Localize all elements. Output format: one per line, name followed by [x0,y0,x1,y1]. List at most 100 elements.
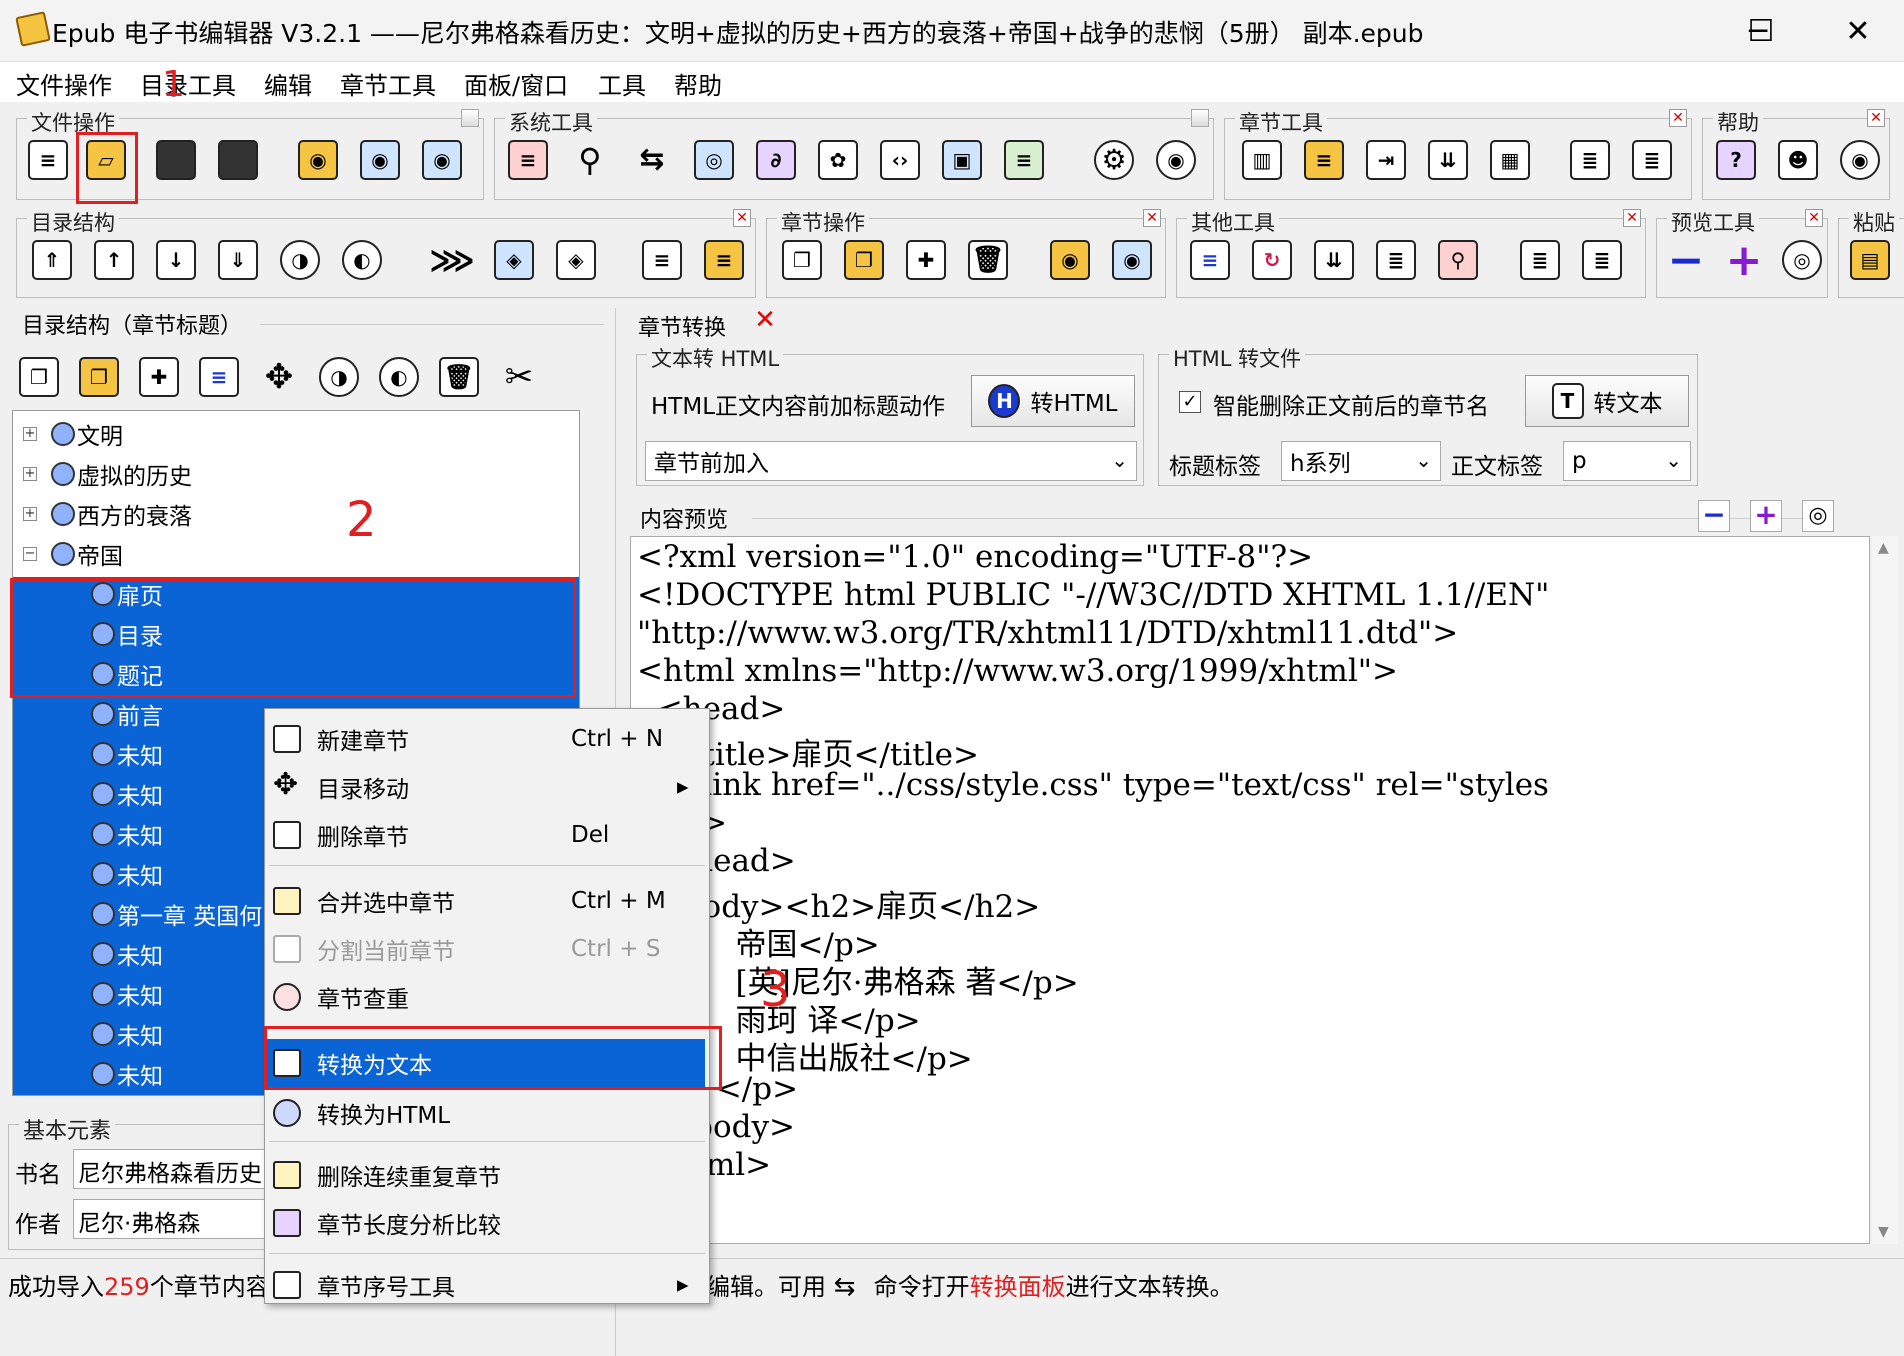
toc-tools-button[interactable]: ✂ [494,350,544,404]
help-button[interactable]: ? [1711,133,1761,187]
menu-tools[interactable]: 工具 [598,66,646,101]
to-html-button[interactable]: H 转HTML [971,375,1135,427]
move-down-button[interactable]: ↓ [151,233,201,287]
move-top-button[interactable]: ⇑ [27,233,77,287]
sys-tool-11[interactable]: ◉ [1151,133,1201,187]
title-tag-select[interactable]: h系列 ⌄ [1281,441,1441,481]
tree-node[interactable]: 前言 [91,697,163,730]
pin-icon[interactable] [1191,109,1209,127]
expand-toggle[interactable]: − [23,547,37,561]
menu-chapter-tools[interactable]: 章节工具 [340,66,436,101]
expand-toggle[interactable]: + [23,507,37,521]
tree-node[interactable]: 文明 [51,417,123,450]
tree-node[interactable]: 帝国 [51,537,123,570]
paste-button[interactable]: ▤ [1845,233,1895,287]
tree-node[interactable]: 未知 [91,977,163,1010]
about-button[interactable]: ☻ [1773,133,1823,187]
tree-node[interactable]: 西方的衰落 [51,497,192,530]
tree-node[interactable]: 未知 [91,737,163,770]
preview-glasses-icon[interactable]: ◎ [1802,500,1834,532]
other-tool-2[interactable]: ↻ [1247,233,1297,287]
chapter-tool-5[interactable]: ▦ [1485,133,1535,187]
outdent-button[interactable]: ◐ [337,233,387,287]
toc-tool-10[interactable]: ≡ [637,233,687,287]
sys-tool-9[interactable]: ≡ [999,133,1049,187]
toc-copy-button[interactable]: ❐ [14,350,64,404]
pin-icon[interactable] [461,109,479,127]
delete-chapter-button[interactable]: 🗑 [963,233,1013,287]
export-button[interactable]: ◉ [355,133,405,187]
preview-scrollbar[interactable]: ▲ ▼ [1872,536,1898,1244]
menu-item-move[interactable]: ✥ 目录移动 ▸ [265,767,705,807]
close-panel-icon[interactable]: ✕ [752,307,778,334]
chapter-tool-3[interactable]: ⇥ [1361,133,1411,187]
toc-move-button[interactable]: ✥ [254,350,304,404]
convert-button[interactable]: ⇆ [627,133,677,187]
menu-item-numbering-tools[interactable]: 章节序号工具 ▸ [265,1265,705,1305]
chapter-tool-7[interactable]: ≣ [1627,133,1677,187]
close-group-icon[interactable]: ✕ [733,209,751,227]
preview-glasses-button[interactable]: ◎ [1777,233,1827,287]
save-button[interactable] [151,133,201,187]
menu-item-to-html[interactable]: 转换为HTML [265,1093,705,1133]
indent-button[interactable]: ◑ [275,233,325,287]
toc-tool-11[interactable]: ≡ [699,233,749,287]
preview-zoom-out-icon[interactable]: − [1698,500,1730,532]
other-tool-5[interactable]: ⚲ [1433,233,1483,287]
menu-item-length-analysis[interactable]: 章节长度分析比较 [265,1203,705,1243]
toc-tool-7[interactable]: ⋙ [427,233,477,287]
menu-item-new-chapter[interactable]: 新建章节 Ctrl + N [265,719,705,759]
tree-node[interactable]: 第一章 英国何 [91,897,262,930]
menu-item-split[interactable]: 分割当前章节 Ctrl + S [265,929,705,969]
menu-edit[interactable]: 编辑 [264,66,312,101]
chapter-tool-6[interactable]: ≣ [1565,133,1615,187]
convert-panel-link[interactable]: 转换面板 [970,1273,1066,1301]
batch-export-button[interactable]: ◉ [417,133,467,187]
menu-item-delete[interactable]: 删除章节 Del [265,815,705,855]
settings-button[interactable]: ⚙ [1089,133,1139,187]
chapter-tool-4[interactable]: ⇊ [1423,133,1473,187]
body-tag-select[interactable]: p ⌄ [1563,441,1691,481]
chapter-op-5[interactable]: ◉ [1045,233,1095,287]
toc-delete-button[interactable]: 🗑 [434,350,484,404]
help-extra-button[interactable]: ◉ [1835,133,1885,187]
menu-item-remove-duplicates[interactable]: 删除连续重复章节 [265,1155,705,1195]
maximize-button[interactable]: ☐ [1716,0,1806,62]
new-book-button[interactable]: ≡ [23,133,73,187]
sys-tool-8[interactable]: ▣ [937,133,987,187]
menu-toc-tools[interactable]: 目录工具 [140,66,236,101]
tree-node[interactable]: 未知 [91,1017,163,1050]
other-tool-7[interactable]: ≣ [1577,233,1627,287]
paste-chapter-button[interactable]: ❐ [839,233,889,287]
close-button[interactable]: ✕ [1812,0,1904,62]
move-bottom-button[interactable]: ⇓ [213,233,263,287]
smart-delete-checkbox[interactable]: ✓ [1179,391,1201,413]
menu-panel-window[interactable]: 面板/窗口 [464,66,568,101]
zoom-out-button[interactable]: − [1661,233,1711,287]
zoom-in-button[interactable]: + [1719,233,1769,287]
other-tool-4[interactable]: ≣ [1371,233,1421,287]
save-as-button[interactable] [213,133,263,187]
toc-indent-button[interactable]: ◑ [314,350,364,404]
to-text-button[interactable]: T 转文本 [1525,375,1689,427]
tree-node[interactable]: 未知 [91,777,163,810]
scroll-down-icon[interactable]: ▼ [1878,1224,1889,1240]
chapter-tool-2[interactable]: ≡ [1299,133,1349,187]
expand-toggle[interactable]: + [23,427,37,441]
toc-list-button[interactable]: ≡ [194,350,244,404]
new-chapter-button[interactable]: ✚ [901,233,951,287]
import-button[interactable]: ◉ [293,133,343,187]
copy-chapter-button[interactable]: ❐ [777,233,827,287]
toc-paste-button[interactable]: ❐ [74,350,124,404]
close-group-icon[interactable]: ✕ [1669,109,1687,127]
sys-tool-5[interactable]: ∂ [751,133,801,187]
find-button[interactable]: ⚲ [565,133,615,187]
tree-node[interactable]: 未知 [91,817,163,850]
sys-tool-1[interactable]: ≡ [503,133,553,187]
title-position-select[interactable]: 章节前加入 ⌄ [645,441,1137,481]
expand-toggle[interactable]: + [23,467,37,481]
author-field[interactable]: 尼尔·弗格森 [73,1199,273,1239]
chapter-chart-button[interactable]: ▥ [1237,133,1287,187]
preview-zoom-in-icon[interactable]: + [1750,500,1782,532]
toc-new-button[interactable]: ✚ [134,350,184,404]
